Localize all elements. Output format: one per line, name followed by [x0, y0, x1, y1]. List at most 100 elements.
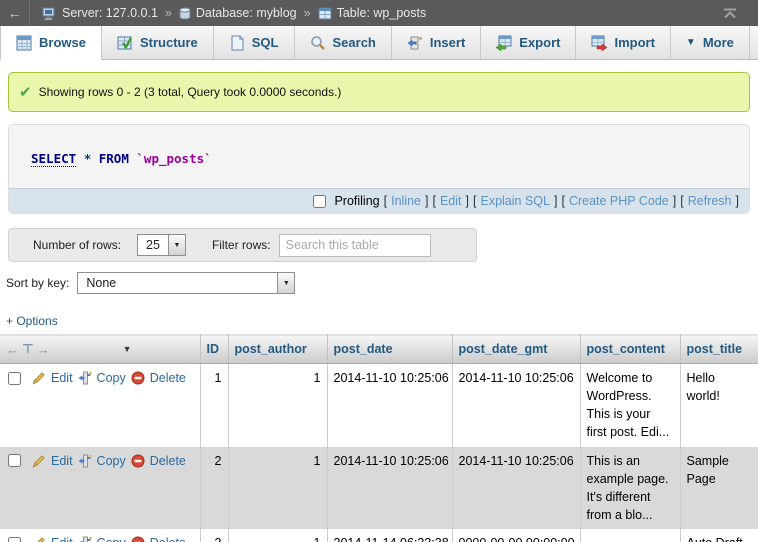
options-toggle-link[interactable]: + Options: [6, 314, 58, 328]
copy-row-link[interactable]: Copy: [97, 452, 126, 470]
tab-bar: Browse Structure SQL Search Insert Expor…: [0, 26, 758, 60]
row-checkbox[interactable]: [8, 454, 21, 467]
inline-link[interactable]: Inline: [391, 194, 421, 208]
breadcrumb-database[interactable]: Database: myblog: [179, 6, 297, 20]
tab-structure[interactable]: Structure: [102, 26, 214, 59]
explain-sql-link[interactable]: Explain SQL: [480, 194, 549, 208]
cell-post-title: Sample Page: [680, 447, 758, 530]
back-button[interactable]: ←: [0, 0, 30, 26]
tab-export-label: Export: [519, 35, 560, 50]
breadcrumb-table-label: Table: wp_posts: [337, 6, 427, 20]
export-icon: [496, 35, 512, 51]
tab-more[interactable]: ▼ More: [671, 26, 750, 59]
copy-icon: [78, 536, 92, 542]
edit-row-link[interactable]: Edit: [51, 534, 73, 542]
pin-columns-icon[interactable]: ⊤: [22, 341, 34, 357]
bracket: [: [561, 194, 564, 208]
cell-post-date: 2014-11-14 06:33:38: [327, 529, 452, 542]
breadcrumb-table[interactable]: Table: wp_posts: [318, 6, 427, 20]
cell-post-title: Auto Draft: [680, 529, 758, 542]
header-post-date[interactable]: post_date: [327, 335, 452, 364]
tab-sql[interactable]: SQL: [214, 26, 295, 59]
structure-icon: [117, 35, 133, 51]
tab-structure-label: Structure: [140, 35, 198, 50]
cell-post-author: 1: [228, 529, 327, 542]
table-row: Edit Copy Delete 3 1 2014-11-14 06:33:38…: [0, 529, 758, 542]
copy-icon: [78, 454, 92, 468]
server-icon: [42, 7, 57, 20]
import-icon: [591, 35, 607, 51]
header-post-title[interactable]: post_title: [680, 335, 758, 364]
delete-icon: [131, 454, 145, 468]
cell-post-date: 2014-11-10 10:25:06: [327, 447, 452, 530]
breadcrumb-bar: ← Server: 127.0.0.1 » Database: myblog »…: [0, 0, 758, 26]
search-icon: [310, 35, 326, 51]
cell-post-date-gmt: 2014-11-10 10:25:06: [452, 447, 580, 530]
sql-query: SELECT * FROM `wp_posts`: [9, 125, 749, 188]
collapse-top-icon[interactable]: [722, 8, 738, 19]
delete-row-link[interactable]: Delete: [150, 534, 186, 542]
sql-icon: [229, 35, 245, 51]
edit-row-link[interactable]: Edit: [51, 452, 73, 470]
cell-post-author: 1: [228, 447, 327, 530]
success-message: ✔ Showing rows 0 - 2 (3 total, Query too…: [8, 72, 750, 112]
tab-insert[interactable]: Insert: [392, 26, 481, 59]
copy-row-link[interactable]: Copy: [97, 369, 126, 387]
sort-descending-icon[interactable]: ▼: [123, 344, 132, 354]
copy-row-link[interactable]: Copy: [97, 534, 126, 542]
refresh-link[interactable]: Refresh: [688, 194, 732, 208]
bracket: [: [680, 194, 683, 208]
tab-insert-label: Insert: [430, 35, 465, 50]
sort-row: Sort by key: None ▼: [6, 272, 758, 294]
cell-id: 3: [200, 529, 228, 542]
header-post-date-gmt[interactable]: post_date_gmt: [452, 335, 580, 364]
sort-by-key-select[interactable]: None ▼: [77, 272, 295, 294]
sort-by-key-value: None: [78, 273, 124, 293]
number-of-rows-select[interactable]: 25 ▼: [137, 234, 186, 256]
edit-query-link[interactable]: Edit: [440, 194, 462, 208]
filter-rows-input[interactable]: [279, 234, 431, 257]
database-icon: [179, 7, 191, 20]
number-of-rows-label: Number of rows:: [33, 238, 121, 252]
profiling-checkbox[interactable]: [313, 195, 326, 208]
tab-search[interactable]: Search: [295, 26, 392, 59]
header-post-content[interactable]: post_content: [580, 335, 680, 364]
collapse-columns-left-icon[interactable]: ←: [6, 342, 19, 357]
delete-row-link[interactable]: Delete: [150, 369, 186, 387]
breadcrumb-separator: »: [303, 6, 312, 20]
cell-post-content: [580, 529, 680, 542]
tab-import-label: Import: [614, 35, 654, 50]
chevron-down-icon: ▼: [686, 37, 696, 48]
row-checkbox[interactable]: [8, 537, 21, 542]
delete-row-link[interactable]: Delete: [150, 452, 186, 470]
tab-browse[interactable]: Browse: [0, 26, 102, 60]
bracket: ]: [425, 194, 428, 208]
header-id[interactable]: ID: [200, 335, 228, 364]
collapse-columns-right-icon[interactable]: →: [37, 342, 50, 357]
number-of-rows-value: 25: [138, 235, 168, 255]
query-panel: SELECT * FROM `wp_posts` Profiling [ Inl…: [8, 124, 750, 214]
tab-import[interactable]: Import: [576, 26, 670, 59]
bracket: [: [384, 194, 387, 208]
cell-post-content: This is an example page. It's different …: [580, 447, 680, 530]
sort-by-key-label: Sort by key:: [6, 276, 69, 290]
results-table: ← ⊤ → ▼ ID post_author post_date post_da…: [0, 334, 758, 542]
header-post-author[interactable]: post_author: [228, 335, 327, 364]
edit-row-link[interactable]: Edit: [51, 369, 73, 387]
success-message-text: Showing rows 0 - 2 (3 total, Query took …: [39, 85, 342, 99]
row-checkbox[interactable]: [8, 372, 21, 385]
select-arrow-icon: ▼: [168, 235, 185, 255]
breadcrumb: Server: 127.0.0.1 » Database: myblog » T…: [30, 6, 426, 20]
pencil-icon: [32, 454, 46, 468]
filter-rows-label: Filter rows:: [212, 238, 271, 252]
create-php-code-link[interactable]: Create PHP Code: [569, 194, 669, 208]
breadcrumb-separator: »: [164, 6, 173, 20]
tab-export[interactable]: Export: [481, 26, 576, 59]
breadcrumb-server[interactable]: Server: 127.0.0.1: [42, 6, 158, 20]
tab-more-label: More: [703, 35, 734, 50]
tab-browse-label: Browse: [39, 35, 86, 50]
select-arrow-icon: ▼: [277, 273, 294, 293]
cell-post-author: 1: [228, 364, 327, 447]
query-toolbar: Profiling [ Inline ] [ Edit ] [ Explain …: [9, 188, 749, 213]
back-arrow-icon: ←: [8, 5, 22, 21]
